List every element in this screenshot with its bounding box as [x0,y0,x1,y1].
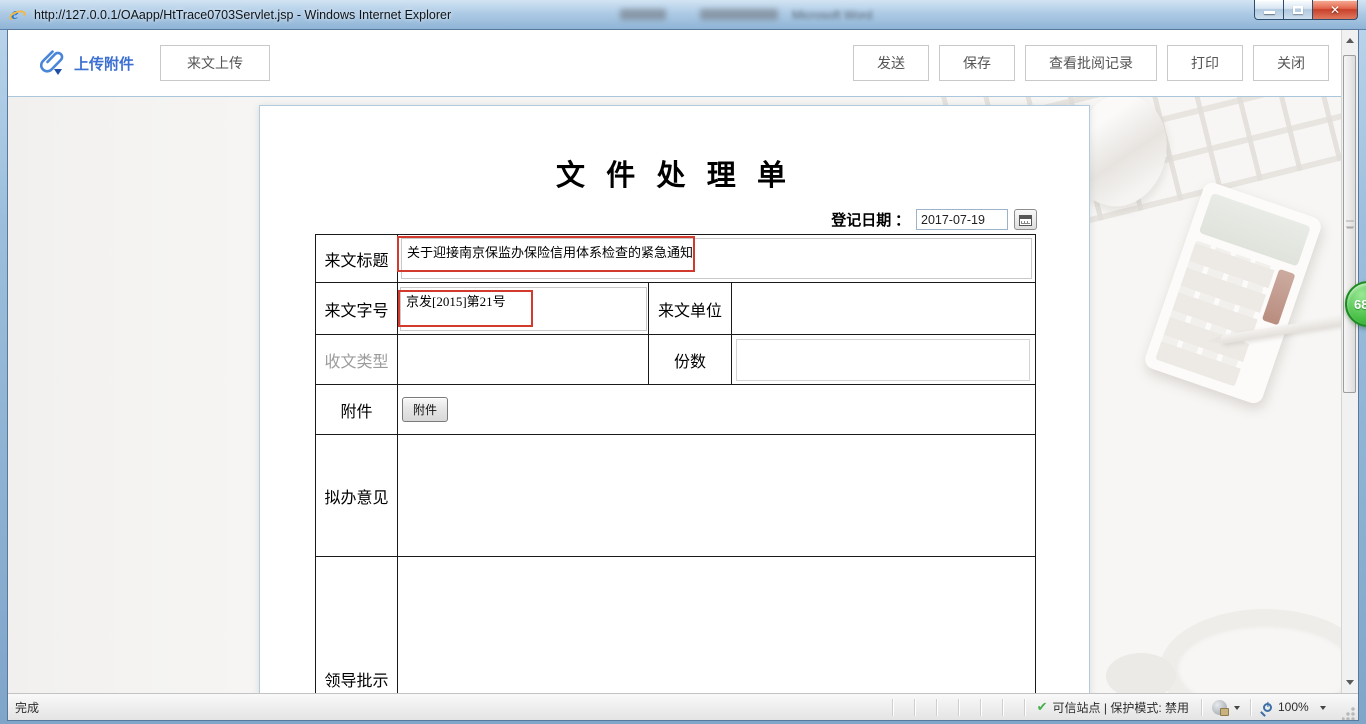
calendar-icon [1019,215,1032,226]
magnifier-icon [1263,703,1272,712]
send-button[interactable]: 发送 [853,45,929,81]
title-bar[interactable]: e http://127.0.0.1/OAapp/HtTrace0703Serv… [0,0,1366,30]
table-row: 附件 附件 [316,385,1036,435]
resize-grip[interactable] [1342,706,1356,720]
receive-type-label: 收文类型 [316,335,398,385]
chevron-down-icon [1320,706,1326,713]
window-body: 上传附件 来文上传 发送 保存 查看批阅记录 打印 关闭 [8,30,1358,720]
vertical-scrollbar[interactable] [1341,30,1358,693]
toolbar-actions: 发送 保存 查看批阅记录 打印 关闭 [853,45,1329,81]
maximize-button[interactable] [1283,0,1313,20]
view-review-records-button[interactable]: 查看批阅记录 [1025,45,1157,81]
background-window-ghost [700,9,778,20]
register-date-row: 登记日期 ： [831,209,1037,230]
scroll-up-button[interactable] [1342,32,1358,49]
close-page-button[interactable]: 关闭 [1253,45,1329,81]
doc-number-label: 来文字号 [316,283,398,335]
incoming-unit-label: 来文单位 [649,283,732,335]
browser-window: e http://127.0.0.1/OAapp/HtTrace0703Serv… [0,0,1366,724]
incoming-unit-cell [732,283,1036,335]
table-row: 领导批示 [316,557,1036,694]
globe-lock-icon [1212,700,1227,715]
incoming-title-label: 来文标题 [316,235,398,283]
calendar-picker-button[interactable] [1014,209,1037,230]
toolbar: 上传附件 来文上传 发送 保存 查看批阅记录 打印 关闭 [8,30,1341,97]
opinion-cell [398,435,1036,557]
arrow-down-icon [1346,680,1354,689]
attachment-label: 附件 [316,385,398,435]
ie-icon: e [9,6,27,24]
arrow-up-icon [1346,34,1354,43]
table-row: 来文标题 关于迎接南京保监办保险信用体系检查的紧急通知 [316,235,1036,283]
incoming-upload-button[interactable]: 来文上传 [160,45,270,81]
trusted-check-icon: ✔ [1037,699,1048,715]
document-form-table: 来文标题 关于迎接南京保监办保险信用体系检查的紧急通知 来文字号 京发[2015… [315,234,1036,693]
receive-type-cell [398,335,649,385]
document-title: 文 件 处 理 单 [260,152,1089,194]
register-date-label: 登记日期 ： [831,209,910,230]
zoom-control[interactable]: 100% [1251,694,1336,720]
register-date-input[interactable] [916,209,1008,230]
paperclip-upload-icon [40,48,66,78]
photo-calculator [1142,180,1323,406]
window-title: http://127.0.0.1/OAapp/HtTrace0703Servle… [34,8,451,22]
minimize-button[interactable] [1254,0,1284,20]
incoming-title-input[interactable]: 关于迎接南京保监办保险信用体系检查的紧急通知 [401,238,1032,279]
close-window-button[interactable]: ✕ [1312,0,1358,20]
attachment-button[interactable]: 附件 [402,397,448,422]
print-button[interactable]: 打印 [1167,45,1243,81]
doc-number-input[interactable]: 京发[2015]第21号 [400,287,647,331]
photo-cup [1106,653,1176,693]
chevron-down-icon [1234,706,1240,713]
save-button[interactable]: 保存 [939,45,1015,81]
status-bar: 完成 ✔ 可信站点 | 保护模式: 禁用 100% [8,693,1358,720]
background-window-title: Microsoft Word [792,8,872,22]
copies-input[interactable] [736,339,1030,381]
scrollbar-thumb[interactable] [1343,55,1356,393]
page-content: 文 件 处 理 单 登记日期 ： 来文标题 关于迎接南京保监办保险信 [8,97,1341,693]
upload-attachment-label: 上传附件 [74,53,134,74]
table-row: 来文字号 京发[2015]第21号 来文单位 [316,283,1036,335]
background-window-ghost [620,9,666,20]
leader-comment-label: 领导批示 [316,557,398,694]
status-text: 完成 [8,699,892,716]
table-row: 收文类型 份数 [316,335,1036,385]
security-zone-panel: ✔ 可信站点 | 保护模式: 禁用 [1025,694,1201,720]
opinion-label: 拟办意见 [316,435,398,557]
security-zone-text: 可信站点 | 保护模式: 禁用 [1053,699,1189,716]
protected-mode-control[interactable] [1202,694,1250,720]
zoom-level: 100% [1278,700,1314,714]
badge-count: 68 [1347,297,1366,312]
photo-saucer [1160,609,1341,693]
copies-label: 份数 [649,335,732,385]
scroll-down-button[interactable] [1342,674,1358,691]
window-controls: ✕ [1255,0,1358,20]
leader-comment-cell [398,557,1036,694]
document-sheet: 文 件 处 理 单 登记日期 ： 来文标题 关于迎接南京保监办保险信 [259,105,1090,693]
table-row: 拟办意见 [316,435,1036,557]
